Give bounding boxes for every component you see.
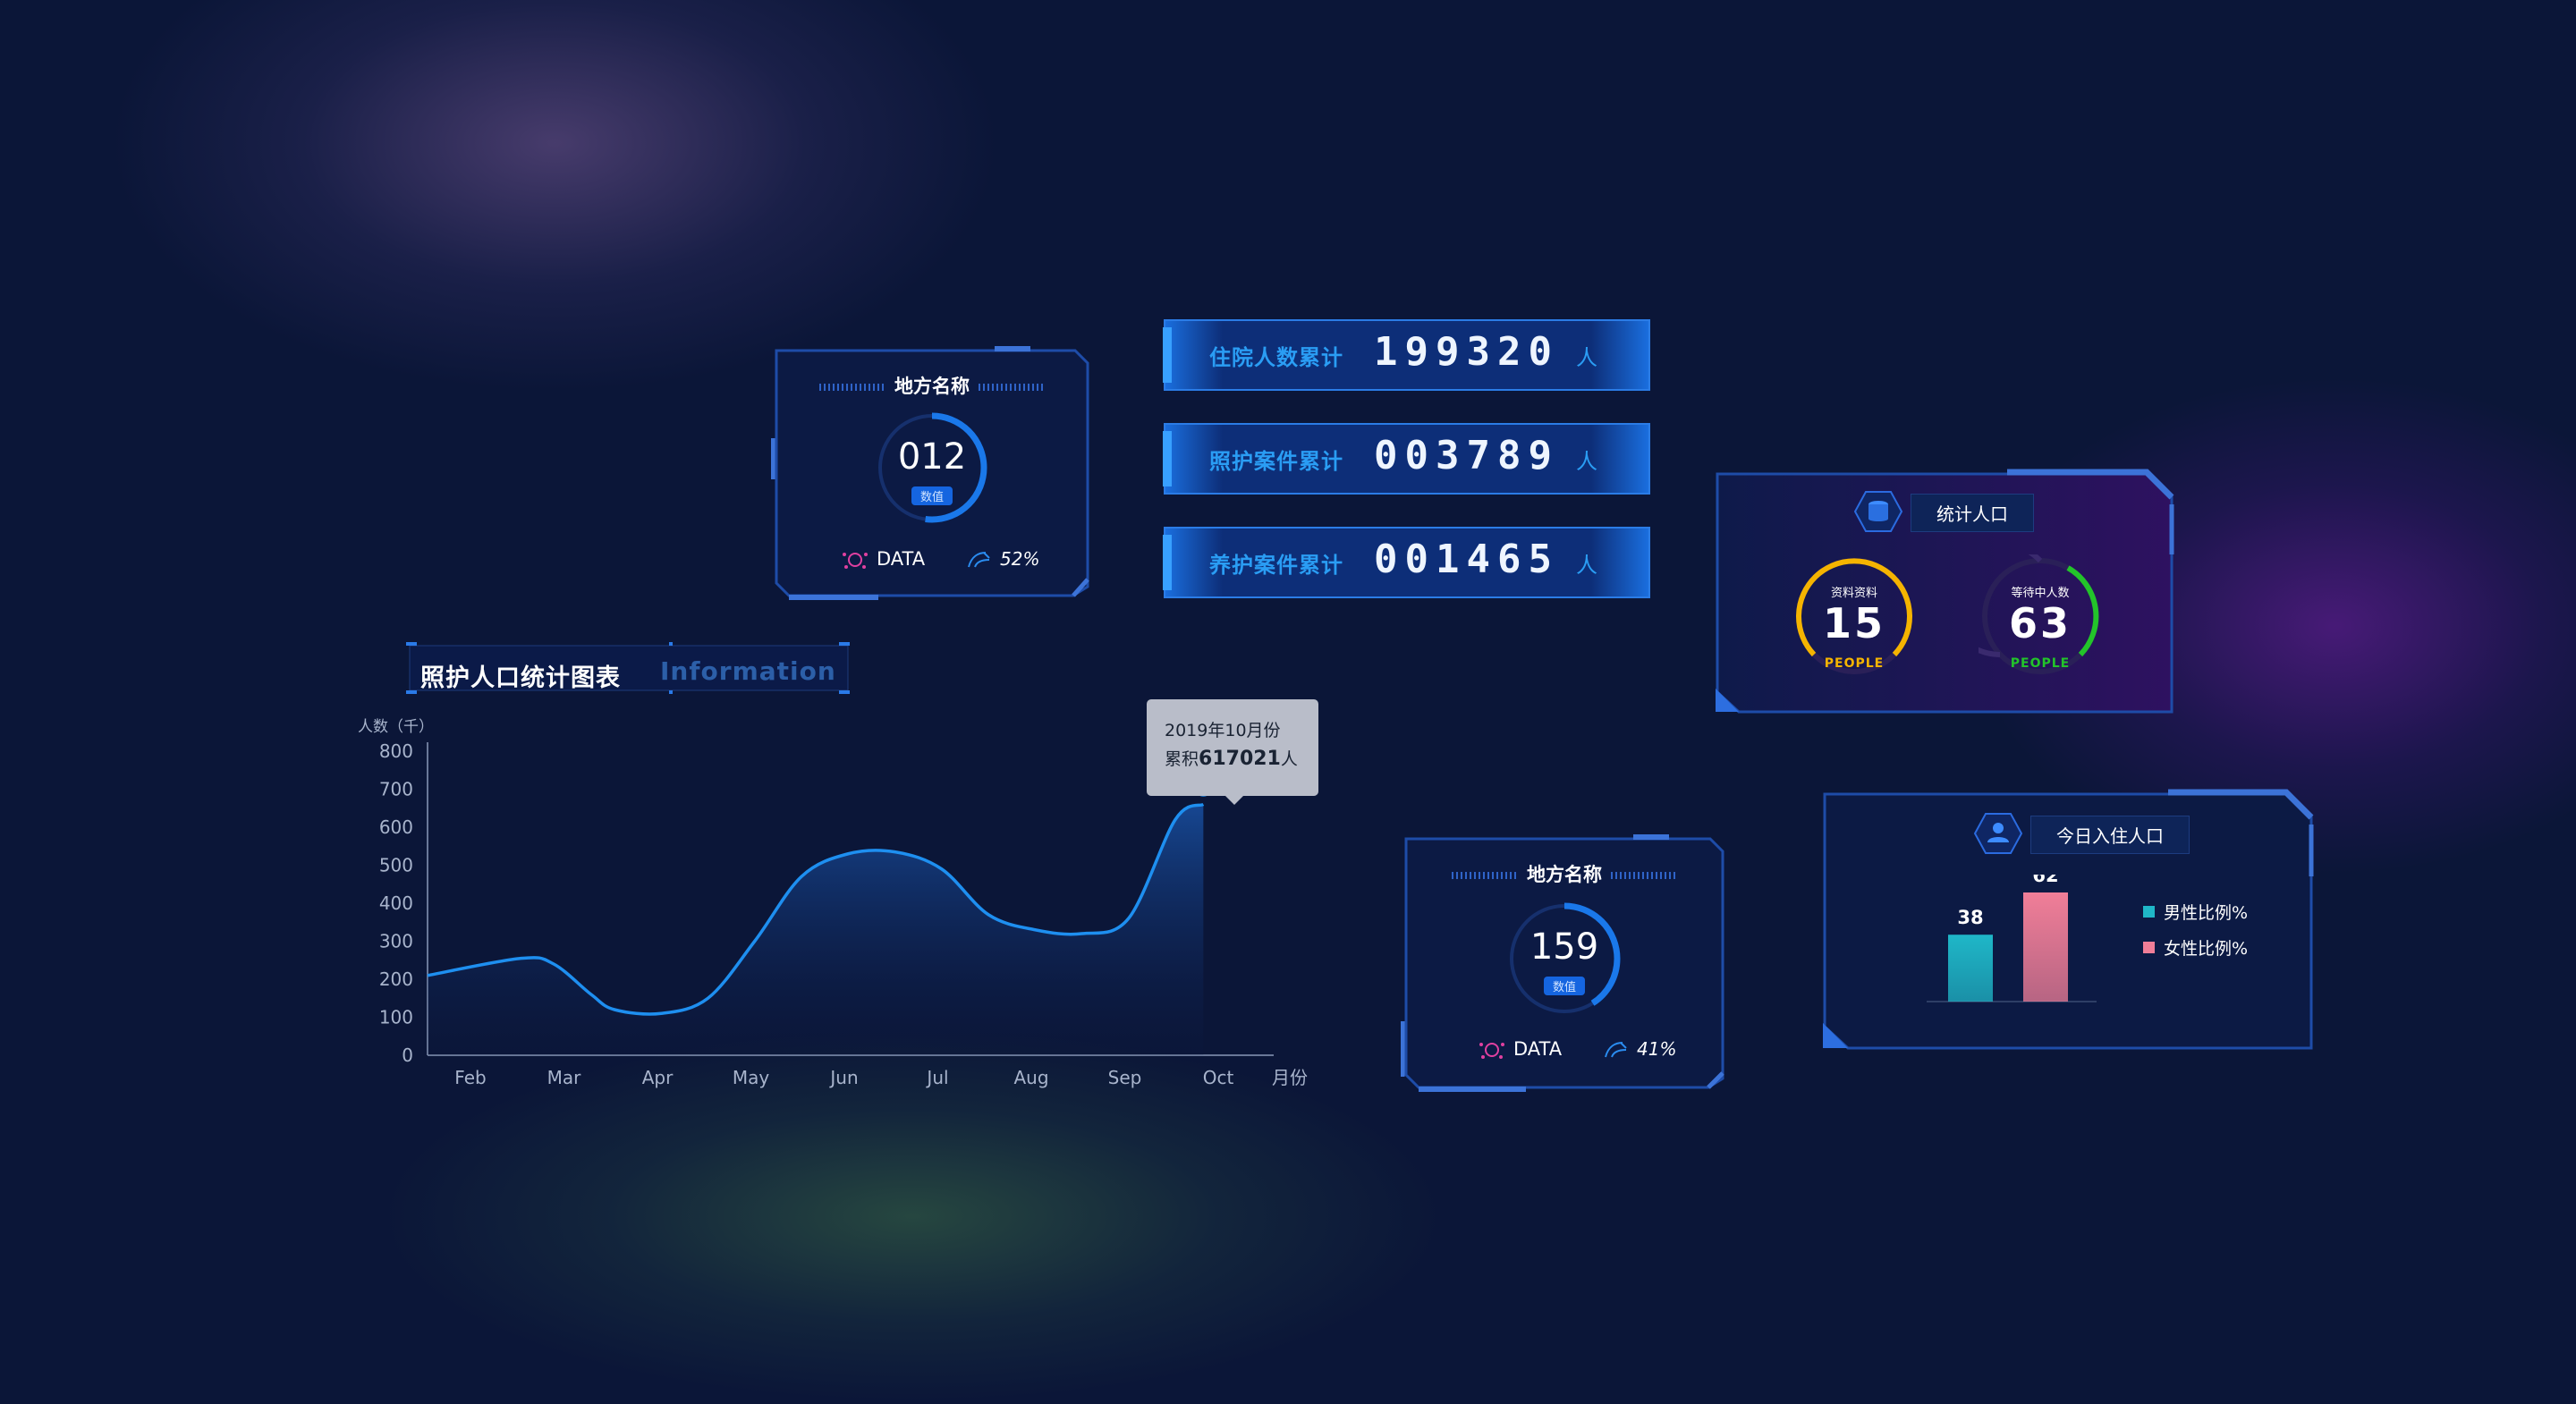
- chart-tooltip: 2019年10月份 累积617021人: [1147, 699, 1318, 805]
- card-title: 地方名称: [1401, 860, 1728, 887]
- card-number: 159: [1530, 926, 1599, 968]
- y-tick-label: 500: [379, 855, 413, 876]
- x-axis-label: 月份: [1272, 1067, 1308, 1088]
- bar: [2023, 892, 2068, 1002]
- tooltip-total: 累积617021人: [1165, 748, 1298, 770]
- hand-icon: [1605, 1042, 1627, 1058]
- y-tick-label: 400: [379, 892, 413, 914]
- percent-value: 52%: [1000, 548, 1040, 570]
- stat-bar-care-cases: 照护案件累计 003789 人: [1163, 422, 1651, 495]
- population-stats-panel: 统计人口 资料资料 15 PEOPLE 等待中人数 63 PEOPLE: [1712, 469, 2177, 715]
- y-tick-label: 100: [379, 1007, 413, 1028]
- percent-value: 41%: [1637, 1038, 1677, 1060]
- stat-label: 养护案件累计: [1209, 553, 1343, 578]
- virus-icon: [1479, 1043, 1504, 1059]
- x-tick-label: Jun: [828, 1067, 858, 1088]
- title-decoration: [1611, 872, 1677, 879]
- card-number: 012: [897, 436, 967, 478]
- card-title: 地方名称: [771, 372, 1093, 399]
- title-decoration: [819, 384, 886, 391]
- user-icon: [1973, 813, 2023, 854]
- today-checkin-panel: 今日入住人口 38 62 男性比例% 女性比例%: [1819, 789, 2317, 1052]
- gauge-label: 资料资料: [1830, 587, 1877, 600]
- x-tick-label: Apr: [642, 1067, 674, 1088]
- stat-value: 003789: [1374, 433, 1559, 478]
- stat-unit: 人: [1576, 449, 1597, 474]
- legend-female: 女性比例%: [2143, 935, 2248, 960]
- stat-unit: 人: [1576, 553, 1597, 578]
- gauge-unit: PEOPLE: [2010, 656, 2071, 671]
- gender-bar-chart: 38 62: [1927, 875, 2097, 1002]
- x-tick-label: Mar: [547, 1067, 582, 1088]
- bar-value-label: 38: [1957, 907, 1983, 928]
- percent-indicator: 52%: [966, 547, 1039, 571]
- value-badge: 数值: [1543, 977, 1586, 995]
- progress-ring: 012 数值: [876, 411, 988, 524]
- hand-icon: [968, 552, 990, 568]
- data-label: DATA: [1513, 1038, 1563, 1060]
- x-tick-label: Sep: [1108, 1067, 1142, 1088]
- x-tick-label: Feb: [454, 1067, 486, 1088]
- gauge-label: 等待中人数: [2011, 587, 2070, 600]
- x-tick-label: Jul: [925, 1067, 948, 1088]
- bar: [1948, 935, 1993, 1002]
- stat-value: 001465: [1374, 537, 1559, 582]
- y-tick-label: 200: [379, 968, 413, 990]
- y-tick-label: 700: [379, 779, 413, 800]
- x-tick-label: Aug: [1013, 1067, 1048, 1088]
- legend-male: 男性比例%: [2143, 900, 2248, 924]
- stat-bar-nursing-cases: 养护案件累计 001465 人: [1163, 526, 1651, 599]
- title-decoration: [1452, 872, 1518, 879]
- x-tick-label: May: [733, 1067, 770, 1088]
- stat-label: 住院人数累计: [1209, 345, 1343, 370]
- background-glow: [107, 0, 1002, 393]
- y-tick-label: 0: [402, 1045, 413, 1066]
- progress-ring: 159 数值: [1507, 901, 1622, 1016]
- data-label: DATA: [877, 548, 926, 570]
- y-axis-label: 人数（千）: [358, 718, 434, 736]
- stat-value: 199320: [1374, 329, 1559, 375]
- stat-bar-inpatients: 住院人数累计 199320 人: [1163, 318, 1651, 392]
- data-indicator: DATA: [841, 547, 925, 571]
- legend-label: 女性比例%: [2164, 939, 2249, 959]
- place-card: 地方名称 012 数值 DATA 52%: [771, 345, 1093, 601]
- y-tick-label: 600: [379, 816, 413, 838]
- data-indicator: DATA: [1478, 1037, 1562, 1061]
- bar-value-label: 62: [2032, 875, 2058, 886]
- database-icon: [1853, 491, 1903, 532]
- gauge-unit: PEOPLE: [1824, 656, 1885, 671]
- chart-title: 照护人口统计图表: [420, 664, 621, 692]
- legend-swatch: [2143, 906, 2155, 918]
- stat-unit: 人: [1576, 345, 1597, 370]
- panel-title: 今日入住人口: [2030, 816, 2190, 854]
- stat-label: 照护案件累计: [1209, 449, 1343, 474]
- series-area: [428, 804, 1204, 1055]
- virus-icon: [843, 553, 868, 569]
- x-tick-label: Oct: [1203, 1067, 1234, 1088]
- gauge-value: 15: [1822, 599, 1885, 647]
- place-card: 地方名称 159 数值 DATA 41%: [1401, 833, 1728, 1093]
- percent-indicator: 41%: [1603, 1037, 1676, 1061]
- chart-subtitle: Information: [660, 656, 836, 686]
- panel-title: 统计人口: [1911, 494, 2034, 532]
- y-tick-label: 300: [379, 931, 413, 952]
- gauge-value: 63: [2008, 599, 2072, 647]
- tooltip-date: 2019年10月份: [1165, 721, 1281, 740]
- title-decoration: [979, 384, 1045, 391]
- value-badge: 数值: [911, 486, 953, 505]
- legend-swatch: [2143, 942, 2155, 953]
- legend-label: 男性比例%: [2164, 903, 2249, 923]
- y-tick-label: 800: [379, 740, 413, 762]
